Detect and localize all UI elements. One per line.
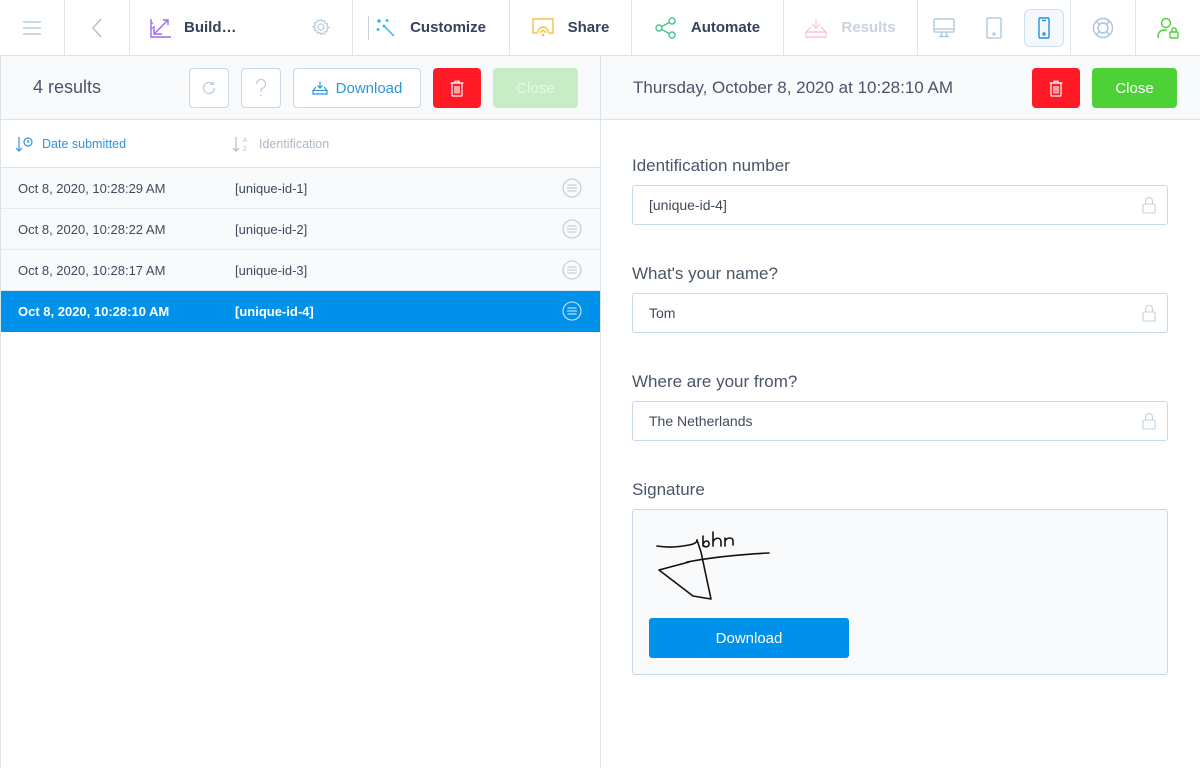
row-menu-icon[interactable] [562,260,582,280]
field-value: The Netherlands [649,413,753,429]
user-lock-icon [1157,17,1179,39]
sort-date-label: Date submitted [42,136,127,151]
row-date: Oct 8, 2020, 10:28:10 AM [18,303,170,319]
signature-image [656,531,770,600]
row-identification: [unique-id-1] [235,180,308,196]
share-nodes-icon [655,16,676,39]
magic-wand-icon [376,18,395,36]
row-identification: [unique-id-3] [235,262,308,278]
svg-text:Z: Z [243,147,247,152]
tablet-icon [986,16,1002,39]
download-all-label: Download [335,79,403,97]
download-tray-icon [312,81,328,95]
results-toolbar: 4 results Download Close [1,56,600,120]
row-date: Oct 8, 2020, 10:28:22 AM [18,221,166,237]
nav-results[interactable]: Results [784,0,918,55]
delete-result-button[interactable] [1032,68,1080,108]
svg-text:A: A [243,138,247,144]
nav-build[interactable]: Build… [130,0,369,55]
build-ruler-icon [150,18,171,38]
refresh-icon [202,81,216,95]
field-value: Tom [649,305,676,321]
row-identification: [unique-id-2] [235,221,308,237]
refresh-button[interactable] [189,68,229,108]
download-signature-label: Download [715,629,783,647]
mobile-preview-button[interactable] [1024,8,1064,47]
row-identification: [unique-id-4] [235,303,314,319]
row-menu-icon[interactable] [562,178,582,198]
back-button[interactable] [65,0,130,55]
identification-number-field[interactable]: [unique-id-4] [632,185,1168,225]
table-row-selected[interactable]: Oct 8, 2020, 10:28:10 AM [unique-id-4] [1,291,600,332]
detail-toolbar: Thursday, October 8, 2020 at 10:28:10 AM… [601,56,1200,120]
sort-alpha-icon: AZ [232,136,247,152]
close-list-label: Close [516,79,555,97]
download-all-button[interactable]: Download [293,68,421,108]
nav-customize-label: Customize [410,19,486,36]
results-list-panel: 4 results Download Close Date submitted … [0,56,601,768]
row-menu-icon[interactable] [562,301,582,321]
origin-field[interactable]: The Netherlands [632,401,1168,441]
tablet-preview-button[interactable] [974,9,1014,47]
name-field[interactable]: Tom [632,293,1168,333]
close-detail-label: Close [1115,79,1154,97]
sort-by-date[interactable]: Date submitted [15,136,126,152]
sort-by-identification[interactable]: AZ Identification [232,136,329,152]
row-date: Oct 8, 2020, 10:28:29 AM [18,180,166,196]
field-label: Where are your from? [632,372,798,391]
nav-customize[interactable]: Customize [353,0,510,55]
nav-share-label: Share [567,19,610,36]
delete-all-button[interactable] [433,68,481,108]
trash-icon [1049,80,1063,97]
nav-automate-label: Automate [690,19,761,36]
signature-label: Signature [632,480,705,499]
lock-icon [1142,412,1156,430]
top-navigation: Build… Customize Share Automate Results [0,0,1200,56]
chevron-left-icon [91,18,102,37]
device-preview-group [918,0,1071,55]
result-form: Identification number [unique-id-4] What… [601,120,1200,675]
close-list-button[interactable]: Close [493,68,578,108]
sort-header: Date submitted AZ Identification [1,120,600,168]
menu-button[interactable] [0,0,65,55]
sort-date-icon [15,136,33,152]
nav-results-label: Results [841,19,896,36]
nav-share[interactable]: Share [510,0,632,55]
inbox-download-icon [805,18,828,38]
title-caret [368,16,369,40]
field-value: [unique-id-4] [649,197,727,213]
signature-box: Download [632,509,1168,675]
table-row[interactable]: Oct 8, 2020, 10:28:17 AM [unique-id-3] [1,250,600,291]
trash-icon [450,80,464,97]
desktop-preview-button[interactable] [924,9,964,47]
nav-automate[interactable]: Automate [632,0,784,55]
help-question-button[interactable] [241,68,281,108]
row-date: Oct 8, 2020, 10:28:17 AM [18,262,166,278]
close-detail-button[interactable]: Close [1092,68,1177,108]
hamburger-icon [23,20,41,35]
row-menu-icon[interactable] [562,219,582,239]
download-signature-button[interactable]: Download [649,618,849,658]
results-count: 4 results [33,77,102,97]
result-detail-panel: Thursday, October 8, 2020 at 10:28:10 AM… [601,56,1200,768]
question-mark-icon [255,79,267,96]
detail-date: Thursday, October 8, 2020 at 10:28:10 AM [633,77,954,97]
nav-build-label: Build… [184,19,237,36]
lock-icon [1142,304,1156,322]
help-button[interactable] [1071,0,1136,55]
table-row[interactable]: Oct 8, 2020, 10:28:29 AM [unique-id-1] [1,168,600,209]
field-label: What's your name? [632,264,778,283]
sort-identification-label: Identification [259,136,330,151]
share-broadcast-icon [531,17,554,36]
desktop-icon [933,17,955,37]
table-row[interactable]: Oct 8, 2020, 10:28:22 AM [unique-id-2] [1,209,600,250]
mobile-phone-icon [1038,16,1050,39]
gear-icon[interactable] [312,18,330,36]
account-button[interactable] [1136,0,1200,55]
field-label: Identification number [632,156,790,175]
lifebuoy-icon [1092,17,1114,38]
lock-icon [1142,196,1156,214]
